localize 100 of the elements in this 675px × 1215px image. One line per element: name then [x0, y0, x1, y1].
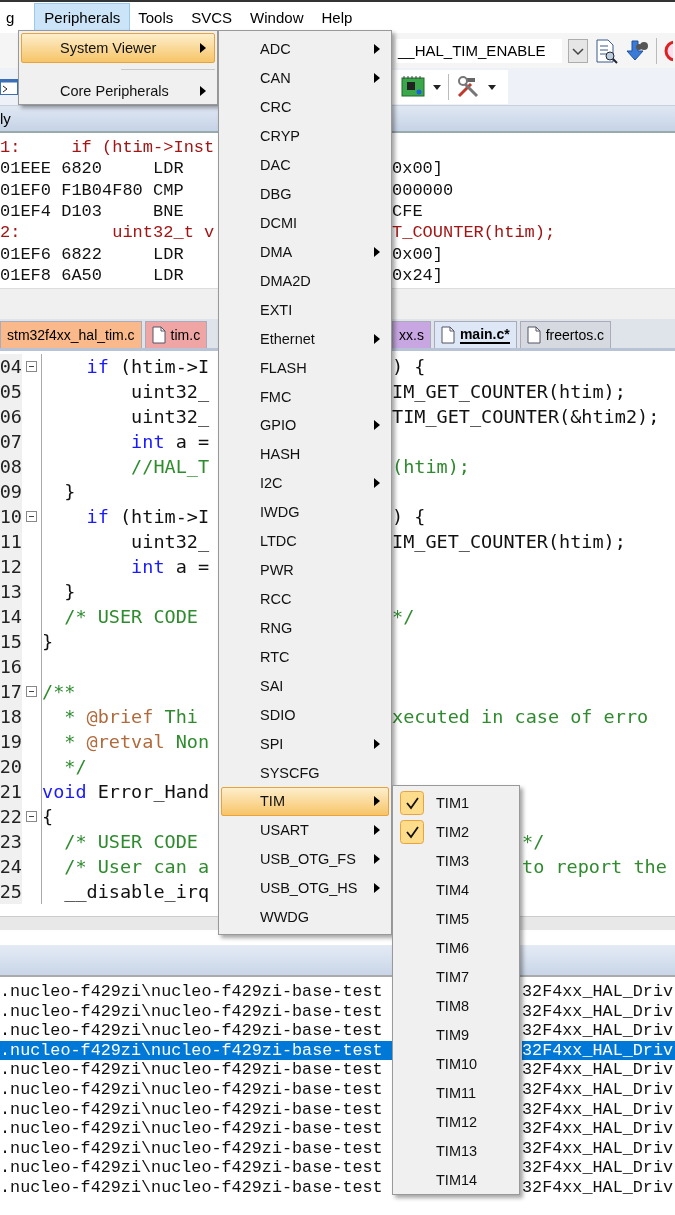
tab-label[interactable]: tim.c	[170, 327, 201, 343]
menu-item[interactable]: I2C	[221, 468, 389, 498]
menu-item[interactable]: SDIO	[221, 700, 389, 730]
disassembly-line: CFE	[392, 202, 424, 222]
menu-item[interactable]: TIM1	[395, 788, 517, 817]
line-number: 19	[0, 729, 22, 754]
menu-item[interactable]: TIM	[221, 786, 389, 816]
output-line[interactable]: 32F4xx_HAL_Driv	[522, 1119, 675, 1139]
file-tab[interactable]: tim.c	[144, 321, 208, 348]
code-line: if (htim->I	[85, 506, 210, 527]
output-line[interactable]: 32F4xx_HAL_Driv	[522, 1001, 675, 1022]
menu-item[interactable]: g	[0, 3, 25, 32]
menu-item[interactable]: TIM13	[395, 1136, 517, 1165]
output-line[interactable]: .nucleo-f429zi\nucleo-f429zi-base-test	[0, 982, 392, 1002]
dropdown-button[interactable]	[568, 38, 588, 63]
file-tab[interactable]: stm32f4xx_hal_tim.c	[0, 321, 142, 348]
output-line[interactable]: .nucleo-f429zi\nucleo-f429zi-base-test	[0, 1021, 392, 1041]
output-line[interactable]: .nucleo-f429zi\nucleo-f429zi-base-test	[0, 1119, 392, 1139]
output-line[interactable]: .nucleo-f429zi\nucleo-f429zi-base-test	[0, 1099, 392, 1120]
hammer-wrench-icon[interactable]	[455, 73, 481, 100]
menu-item[interactable]: RCC	[221, 584, 389, 614]
menu-item[interactable]: TIM14	[395, 1165, 517, 1194]
console-icon[interactable]	[0, 76, 18, 97]
menu-item[interactable]: PWR	[221, 555, 389, 585]
tab-label[interactable]: freertos.c	[545, 327, 605, 343]
menu-item[interactable]: DMA	[221, 237, 389, 267]
menu-item[interactable]: DCMI	[221, 208, 389, 238]
menu-item[interactable]: Ethernet	[221, 324, 389, 354]
menu-item[interactable]: TIM6	[395, 933, 517, 962]
menu-item[interactable]: ADC	[221, 35, 389, 64]
menu-item[interactable]: CRYP	[221, 121, 389, 151]
menu-item[interactable]: FLASH	[221, 353, 389, 383]
output-line[interactable]: 32F4xx_HAL_Driv	[522, 1079, 675, 1100]
code-line: if (htim->I	[85, 356, 210, 377]
output-line[interactable]: 32F4xx_HAL_Driv	[522, 1099, 675, 1120]
output-line[interactable]: .nucleo-f429zi\nucleo-f429zi-base-test	[0, 1177, 392, 1198]
menu-item[interactable]: TIM3	[395, 846, 517, 875]
menu-item[interactable]: USART	[221, 815, 389, 845]
menu-item[interactable]: IWDG	[221, 497, 389, 527]
menu-item[interactable]: CAN	[221, 63, 389, 93]
output-line[interactable]: 32F4xx_HAL_Driv	[522, 1177, 675, 1198]
menu-item[interactable]: TIM10	[395, 1049, 517, 1078]
menu-item[interactable]: DBG	[221, 179, 389, 209]
submenu-arrow-icon	[374, 854, 380, 865]
tab-label[interactable]: main.c*	[459, 326, 510, 344]
output-line[interactable]: .nucleo-f429zi\nucleo-f429zi-base-test	[0, 1158, 392, 1178]
output-line[interactable]: .nucleo-f429zi\nucleo-f429zi-base-test	[0, 1079, 392, 1100]
output-line[interactable]: 32F4xx_HAL_Driv	[522, 982, 675, 1002]
output-line[interactable]: .nucleo-f429zi\nucleo-f429zi-base-test	[0, 1001, 392, 1022]
file-tab[interactable]: xx.s	[392, 321, 431, 348]
menu-item[interactable]: TIM7	[395, 962, 517, 991]
menu-item[interactable]: USB_OTG_FS	[221, 844, 389, 874]
menu-item[interactable]: Help	[311, 3, 363, 32]
file-tab[interactable]: main.c*	[433, 321, 517, 348]
menu-item[interactable]: Core Peripherals	[21, 76, 215, 106]
menu-item[interactable]: SPI	[221, 729, 389, 759]
disassembly-line: 2: uint32_t v	[0, 223, 215, 243]
menu-item[interactable]: DMA2D	[221, 266, 389, 296]
tab-label[interactable]: stm32f4xx_hal_tim.c	[7, 327, 135, 343]
fold-minus-icon[interactable]	[26, 686, 37, 697]
menu-item[interactable]: TIM8	[395, 991, 517, 1020]
menu-item[interactable]: Tools	[128, 3, 184, 32]
menu-item[interactable]: EXTI	[221, 295, 389, 325]
menu-item[interactable]: TIM9	[395, 1020, 517, 1049]
file-tab[interactable]: freertos.c	[519, 321, 612, 348]
fold-minus-icon[interactable]	[26, 511, 37, 522]
menu-item[interactable]: GPIO	[221, 411, 389, 440]
output-line[interactable]: 32F4xx_HAL_Driv	[522, 1138, 675, 1159]
menu-item[interactable]: DAC	[221, 150, 389, 180]
menu-item[interactable]: TIM12	[395, 1107, 517, 1136]
output-line[interactable]: .nucleo-f429zi\nucleo-f429zi-base-test	[0, 1138, 392, 1159]
output-line[interactable]: 32F4xx_HAL_Driv	[522, 1060, 675, 1080]
menu-item[interactable]: Peripherals	[34, 3, 131, 32]
symbol-combo-field[interactable]: __HAL_TIM_ENABLE	[396, 38, 562, 63]
document-search-icon[interactable]	[594, 37, 618, 64]
output-line[interactable]: .nucleo-f429zi\nucleo-f429zi-base-test	[0, 1060, 392, 1080]
menu-item[interactable]: TIM4	[395, 875, 517, 904]
menu-item[interactable]: CRC	[221, 92, 389, 122]
tab-label[interactable]: xx.s	[399, 327, 424, 343]
menu-item[interactable]: TIM5	[395, 904, 517, 933]
menu-item[interactable]: WWDG	[221, 902, 389, 932]
menu-item[interactable]: SAI	[221, 671, 389, 701]
line-number: 10	[0, 504, 22, 529]
fold-minus-icon[interactable]	[26, 811, 37, 822]
menu-item[interactable]: LTDC	[221, 526, 389, 556]
menu-item[interactable]: SYSCFG	[221, 758, 389, 787]
menu-item[interactable]: TIM2	[395, 817, 517, 846]
menu-item[interactable]: RNG	[221, 613, 389, 643]
menu-item[interactable]: Window	[240, 3, 314, 32]
menu-item[interactable]: FMC	[221, 382, 389, 411]
fold-minus-icon[interactable]	[26, 361, 37, 372]
menu-item[interactable]: HASH	[221, 439, 389, 469]
output-line[interactable]: 32F4xx_HAL_Driv	[522, 1021, 675, 1041]
chip-board-icon[interactable]	[400, 73, 426, 100]
menu-item[interactable]: System Viewer	[21, 33, 215, 63]
menu-item[interactable]: USB_OTG_HS	[221, 873, 389, 903]
output-line[interactable]: 32F4xx_HAL_Driv	[522, 1158, 675, 1178]
menu-item[interactable]: TIM11	[395, 1078, 517, 1107]
menu-item[interactable]: RTC	[221, 642, 389, 672]
menu-item[interactable]: SVCS	[181, 3, 243, 32]
